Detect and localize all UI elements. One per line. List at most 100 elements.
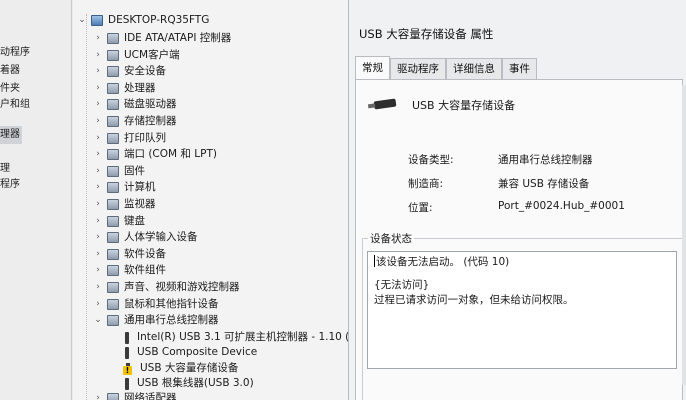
network-adapter-icon (107, 393, 119, 400)
ide-controller-icon (107, 33, 119, 44)
tree-category-label: 软件组件 (124, 264, 166, 276)
tab-driver[interactable]: 驱动程序 (390, 58, 446, 80)
tree-category[interactable]: › 声音、视频和游戏控制器 (93, 279, 240, 296)
device-status-caption: 设备状态 (368, 231, 414, 246)
tree-category[interactable]: › 人体学输入设备 (93, 229, 198, 246)
console-tree-item[interactable]: 户和组 (0, 96, 30, 114)
tree-category-label: 安全设备 (124, 65, 166, 77)
tree-category-label: 键盘 (124, 215, 145, 227)
tree-root[interactable]: ⌄ DESKTOP-RQ35FTG (77, 12, 209, 29)
tree-category[interactable]: ⌄ 通用串行总线控制器 (93, 312, 219, 329)
usb-device-icon (125, 331, 129, 344)
tree-category-label: 处理器 (124, 82, 156, 94)
tree-category[interactable]: › UCM客户端 (93, 47, 180, 64)
console-tree-item[interactable]: 程序 (0, 176, 20, 194)
tree-category[interactable]: › 处理器 (93, 80, 156, 97)
chevron-right-icon[interactable]: › (93, 246, 103, 263)
tree-root-label: DESKTOP-RQ35FTG (108, 14, 210, 26)
tree-category-label: 网络适配器 (124, 392, 177, 400)
tree-category[interactable]: › IDE ATA/ATAPI 控制器 (93, 30, 231, 47)
tree-category[interactable]: › 端口 (COM 和 LPT) (93, 146, 217, 163)
status-line-2: {无法访问} (374, 279, 430, 291)
chevron-right-icon[interactable]: › (93, 30, 103, 47)
chevron-right-icon[interactable]: › (93, 130, 103, 147)
tab-events[interactable]: 事件 (502, 58, 537, 80)
device-type-value: 通用串行总线控制器 (498, 154, 593, 166)
tree-category-label: 人体学输入设备 (124, 231, 198, 243)
chevron-right-icon[interactable]: › (93, 80, 103, 97)
tree-category[interactable]: › 软件组件 (93, 262, 166, 279)
disk-drive-icon (107, 99, 119, 110)
tab-details[interactable]: 详细信息 (446, 58, 502, 80)
chevron-right-icon[interactable]: › (93, 390, 103, 400)
security-device-icon (107, 66, 119, 77)
tree-category[interactable]: › 计算机 (93, 179, 156, 196)
firmware-icon (107, 166, 119, 177)
tree-category-label: 端口 (COM 和 LPT) (124, 148, 217, 160)
usb-device-icon (125, 377, 129, 390)
chevron-right-icon[interactable]: › (93, 262, 103, 279)
chevron-down-icon[interactable]: ⌄ (77, 12, 87, 29)
chevron-right-icon[interactable]: › (93, 179, 103, 196)
device-tree: ⌄ DESKTOP-RQ35FTG › IDE ATA/ATAPI 控制器 › UCM… (73, 0, 348, 400)
device-status-textbox[interactable]: 该设备无法启动。 (代码 10) {无法访问} 过程已请求访问一对象，但未给访问… (367, 251, 677, 369)
chevron-right-icon[interactable]: › (93, 213, 103, 230)
tree-category[interactable]: › 固件 (93, 163, 145, 180)
chevron-right-icon[interactable]: › (93, 96, 103, 113)
tree-device[interactable]: USB Composite Device (119, 344, 257, 361)
location-value: Port_#0024.Hub_#0001 (498, 200, 625, 212)
tree-category[interactable]: › 磁盘驱动器 (93, 96, 177, 113)
computer-icon (107, 182, 119, 193)
tree-category-partial[interactable]: › 网络适配器 (93, 390, 177, 400)
manufacturer-label: 制造商: (408, 178, 444, 190)
tree-category[interactable]: › 键盘 (93, 213, 145, 230)
console-tree-item[interactable]: 着器 (0, 62, 20, 80)
chevron-right-icon[interactable]: › (93, 196, 103, 213)
tree-category-label: 软件设备 (124, 248, 166, 260)
status-line-3: 过程已请求访问一对象，但未给访问权限。 (374, 294, 574, 306)
processor-icon (107, 83, 119, 94)
tree-category-label: UCM客户端 (124, 49, 180, 61)
tree-category-label: 鼠标和其他指针设备 (124, 298, 219, 310)
general-tab-panel: USB 大容量存储设备 设备类型: 通用串行总线控制器 制造商: 兼容 USB … (355, 79, 683, 400)
chevron-right-icon[interactable]: › (93, 146, 103, 163)
chevron-right-icon[interactable]: › (93, 163, 103, 180)
tree-category[interactable]: › 打印队列 (93, 130, 166, 147)
tree-category[interactable]: › 鼠标和其他指针设备 (93, 296, 219, 313)
manufacturer-value: 兼容 USB 存储设备 (498, 178, 590, 190)
tree-category[interactable]: › 安全设备 (93, 63, 166, 80)
tree-category[interactable]: › 监视器 (93, 196, 156, 213)
dialog-edge (682, 85, 686, 385)
device-type-label: 设备类型: (408, 154, 454, 166)
chevron-right-icon[interactable]: › (93, 296, 103, 313)
port-icon (107, 149, 119, 160)
device-status-group: 设备状态 该设备无法启动。 (代码 10) {无法访问} 过程已请求访问一对象，… (362, 231, 682, 400)
tree-category-label: IDE ATA/ATAPI 控制器 (124, 32, 232, 44)
chevron-right-icon[interactable]: › (93, 113, 103, 130)
console-tree-item[interactable]: 动程序 (0, 44, 30, 62)
usb-controller-icon (107, 315, 119, 326)
monitor-icon (107, 199, 119, 210)
tab-general[interactable]: 常规 (355, 56, 390, 80)
tree-category-label: 固件 (124, 165, 145, 177)
tree-category[interactable]: › 存储控制器 (93, 113, 177, 130)
tree-guide-line (86, 14, 87, 400)
chevron-right-icon[interactable]: › (93, 229, 103, 246)
mouse-icon (107, 299, 119, 310)
properties-dialog: USB 大容量存储设备 属性 常规 驱动程序 详细信息 事件 USB 大容量存储… (348, 0, 686, 400)
console-tree-pane: 动程序 着器 件夹 户和组 理器 理 程序 (0, 0, 72, 400)
tree-category-label: 通用串行总线控制器 (124, 314, 219, 326)
tab-strip: 常规 驱动程序 详细信息 事件 (355, 56, 537, 80)
chevron-right-icon[interactable]: › (93, 63, 103, 80)
tree-category-label: 声音、视频和游戏控制器 (124, 281, 240, 293)
console-tree-item-selected[interactable]: 理器 (0, 126, 22, 144)
chevron-down-icon[interactable]: ⌄ (93, 312, 103, 329)
sound-icon (107, 282, 119, 293)
tree-device-label: USB Composite Device (137, 346, 258, 358)
keyboard-icon (107, 216, 119, 227)
tree-category-label: 磁盘驱动器 (124, 98, 177, 110)
chevron-right-icon[interactable]: › (93, 47, 103, 64)
ucm-icon (107, 50, 119, 61)
tree-category[interactable]: › 软件设备 (93, 246, 166, 263)
chevron-right-icon[interactable]: › (93, 279, 103, 296)
